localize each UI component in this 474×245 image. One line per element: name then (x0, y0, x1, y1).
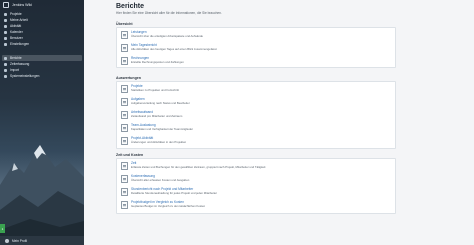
report-description: Änderungen und Aktivitäten in den Projek… (131, 140, 187, 144)
sidebar-item-label: Import (10, 68, 20, 72)
sidebar-item-label: Meine Arbeit (10, 18, 28, 22)
avatar (5, 238, 9, 243)
report-description: Detaillierte Stundenaufstellung für jede… (131, 191, 217, 195)
report-link[interactable]: Mein Tagesbericht (131, 43, 157, 47)
section-card-auswertungen: Projekte Statistiken zu Projekten und Fo… (116, 81, 396, 149)
section-card-uebersicht: Leistungen Übersicht über die erledigten… (116, 27, 396, 68)
feedback-tab[interactable]: 1 (0, 224, 5, 233)
section-title-uebersicht: Übersicht (116, 22, 133, 26)
sidebar-item-label: Kalender (10, 30, 23, 34)
report-row-projekte[interactable]: Projekte Statistiken zu Projekten und Fo… (117, 82, 395, 94)
app-name: Jenkins Wiki (12, 3, 32, 7)
report-description: Erstellte Rechnungsposten und Zahlungen (131, 60, 184, 64)
sidebar-header: Jenkins Wiki (0, 0, 84, 10)
document-icon (121, 137, 128, 145)
calendar-icon (4, 30, 7, 34)
main-content: Berichte Hier finden Sie eine Übersicht … (84, 0, 474, 245)
report-link[interactable]: Projekt-Aktivität (131, 136, 153, 140)
report-link[interactable]: Stundenbericht nach Projekt und Mitarbei… (131, 187, 193, 191)
report-row-aufgaben[interactable]: Aufgaben Aufgabenverteilung nach Status … (117, 95, 395, 107)
document-icon (121, 124, 128, 132)
page-subtitle: Hier finden Sie eine Übersicht aller für… (116, 11, 222, 15)
profile-label: Mein Profil (12, 238, 28, 243)
document-icon (121, 111, 128, 119)
folder-icon (4, 12, 7, 16)
report-description: Statistiken zu Projekten und Fortschritt (131, 88, 179, 92)
feedback-tab-label: 1 (1, 226, 4, 231)
report-row-tagesbericht[interactable]: Mein Tagesbericht Alle Aktivitäten des h… (117, 41, 395, 53)
report-row-arbeitsaufwand[interactable]: Arbeitsaufwand Zeitaufwand pro Mitarbeit… (117, 108, 395, 120)
report-link[interactable]: Zeit (131, 161, 136, 165)
sidebar-item-label: Zeiterfassung (10, 62, 30, 66)
report-row-kostenerfassung[interactable]: Kostenerfassung Übersicht aller erfasste… (117, 172, 395, 184)
report-row-projekt-aktivitaet[interactable]: Projekt-Aktivität Änderungen und Aktivit… (117, 134, 395, 146)
report-description: Erfasste Zeiten und Buchungen für den ge… (131, 165, 266, 169)
document-icon (121, 162, 128, 170)
document-icon (121, 85, 128, 93)
page-title: Berichte (116, 3, 145, 10)
sidebar: Jenkins Wiki Projekte Meine Arbeit Aktiv… (0, 0, 84, 245)
document-icon (121, 188, 128, 196)
report-link[interactable]: Team-Auslastung (131, 123, 156, 127)
document-icon (121, 57, 128, 65)
settings-icon (4, 74, 7, 78)
report-description: Übersicht aller erfassten Kosten und Aus… (131, 178, 190, 182)
report-row-stundenbericht[interactable]: Stundenbericht nach Projekt und Mitarbei… (117, 185, 395, 197)
report-link[interactable]: Aufgaben (131, 97, 145, 101)
report-row-leistungen[interactable]: Leistungen Übersicht über die erledigten… (117, 28, 395, 40)
sidebar-item-label: Aktivität (10, 24, 22, 28)
report-link[interactable]: Rechnungen (131, 56, 149, 60)
report-description: Geplantes Budget im Vergleich zu den tat… (131, 204, 206, 208)
report-row-projektbudget[interactable]: Projektbudget im Vergleich zu Kosten Gep… (117, 198, 395, 210)
app-logo-icon (3, 2, 9, 8)
report-description: Zeitaufwand pro Mitarbeiter und Zeitraum (131, 114, 183, 118)
report-link[interactable]: Kostenerfassung (131, 174, 155, 178)
document-icon (121, 201, 128, 209)
sidebar-item-label: Projekte (10, 12, 22, 16)
gear-icon (4, 42, 7, 46)
sidebar-item-label: Systemeinstellungen (10, 74, 40, 78)
activity-icon (4, 24, 7, 28)
users-icon (4, 36, 7, 40)
sidebar-item-systemeinstellungen[interactable]: Systemeinstellungen (2, 73, 82, 79)
document-icon (121, 175, 128, 183)
report-description: Kapazitäten und Verfügbarkeit der Teammi… (131, 127, 193, 131)
report-link[interactable]: Leistungen (131, 30, 147, 34)
checklist-icon (4, 18, 7, 22)
mountain-background (0, 145, 84, 245)
sidebar-item-label: Berichte (10, 56, 22, 60)
report-link[interactable]: Projekte (131, 84, 143, 88)
report-description: Alle Aktivitäten des heutigen Tages auf … (131, 47, 217, 51)
sidebar-item-einstellungen[interactable]: Einstellungen (2, 41, 82, 47)
report-row-rechnungen[interactable]: Rechnungen Erstellte Rechnungsposten und… (117, 54, 395, 66)
section-title-zeit-und-kosten: Zeit und Kosten (116, 153, 144, 157)
report-link[interactable]: Projektbudget im Vergleich zu Kosten (131, 200, 184, 204)
sidebar-footer[interactable]: Mein Profil (0, 236, 84, 245)
document-icon (121, 31, 128, 39)
document-icon (121, 44, 128, 52)
import-icon (4, 68, 7, 72)
report-description: Übersicht über die erledigten Arbeitspak… (131, 34, 203, 38)
report-row-zeit[interactable]: Zeit Erfasste Zeiten und Buchungen für d… (117, 159, 395, 171)
section-card-zeit-und-kosten: Zeit Erfasste Zeiten und Buchungen für d… (116, 158, 396, 214)
document-icon (121, 98, 128, 106)
report-icon (4, 56, 7, 60)
sidebar-item-label: Einstellungen (10, 42, 30, 46)
clock-icon (4, 62, 7, 66)
section-title-auswertungen: Auswertungen (116, 76, 141, 80)
report-row-team-auslastung[interactable]: Team-Auslastung Kapazitäten und Verfügba… (117, 121, 395, 133)
report-description: Aufgabenverteilung nach Status und Bearb… (131, 101, 190, 105)
report-link[interactable]: Arbeitsaufwand (131, 110, 153, 114)
sidebar-item-label: Benutzer (10, 36, 23, 40)
